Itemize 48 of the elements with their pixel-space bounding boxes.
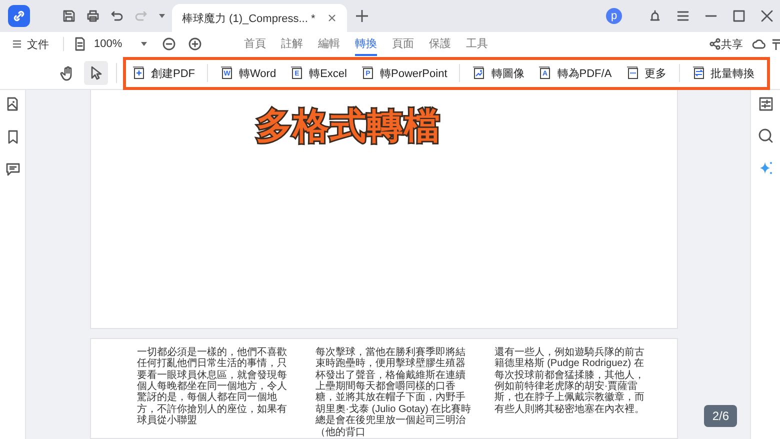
- file-menu[interactable]: 文件: [12, 36, 49, 52]
- bell-icon[interactable]: [648, 9, 662, 23]
- share-button[interactable]: 共享: [721, 36, 743, 52]
- convert-button[interactable]: 轉圖像: [468, 61, 528, 85]
- ribbon-tab[interactable]: 頁面: [392, 32, 414, 56]
- link-icon: [12, 9, 26, 23]
- user-avatar[interactable]: p: [606, 8, 622, 24]
- image-icon[interactable]: [6, 97, 19, 111]
- search-icon[interactable]: [758, 128, 773, 143]
- body-paragraph: 還有一些人，例如遊騎兵隊的前古籍德里格斯 (Pudge Rodriguez) 在每次投球前都會猛揉膝，其他人，例如前特律老虎隊的胡安·賈薩雷斯，也在脖子上佩戴宗教徽章，而有些人則將其秘密地塞在內衣裡。: [494, 346, 646, 417]
- add-tab-icon[interactable]: [355, 9, 370, 23]
- maximize-icon[interactable]: [732, 9, 746, 23]
- convert-button[interactable]: 創建PDF: [128, 61, 199, 85]
- convert-button[interactable]: 批量轉換: [688, 61, 759, 85]
- menu-icon[interactable]: [676, 9, 690, 23]
- comment-icon[interactable]: [6, 163, 20, 176]
- app-logo-icon[interactable]: [8, 5, 30, 27]
- ribbon-tab[interactable]: 工具: [466, 32, 488, 56]
- zoom-level[interactable]: 100%: [94, 38, 140, 50]
- body-paragraph: 每次擊球，當他在勝利賽季即將結束時跑壘時，便用擊球壁膠生殖器杯發出了聲音，格倫戴維斯在連續上壘期間每天都會嚼同樣的口香糖，並將其放在帽子下面，內野手胡里奧·戈泰 (Julio Gotay) 在比賽時總是會在後兜里放一個起司三明治（他的背口: [316, 346, 472, 438]
- annotation-text: 多格式轉檔: [256, 104, 441, 148]
- save-icon[interactable]: [62, 9, 76, 23]
- page-indicator: 2/6: [704, 405, 737, 427]
- ribbon-tab[interactable]: 編輯: [318, 32, 340, 56]
- body-paragraph: 一切都必須是一樣的，他們不喜歡任何打亂他們日常生活的事情，只要看一眼球員休息區，就會發現每個人每晚都坐在同一個地方，令人驚訝的是，每個人都在同一個地方，不許你搶別人的座位，如果有球員從小聯盟: [137, 346, 288, 428]
- sparkle-icon[interactable]: [758, 160, 774, 176]
- undo-icon[interactable]: [110, 9, 124, 23]
- select-tool[interactable]: [84, 60, 108, 84]
- zoom-out-icon[interactable]: [162, 37, 176, 51]
- collapse-icon[interactable]: [772, 38, 780, 50]
- close-icon[interactable]: [327, 13, 338, 23]
- convert-button[interactable]: 更多: [622, 61, 671, 85]
- caret-icon[interactable]: [158, 12, 166, 20]
- bookmark-icon[interactable]: [6, 130, 18, 144]
- tab-title: 棒球魔力 (1)_Compress... *: [182, 12, 316, 26]
- menu-icon: [12, 39, 22, 49]
- share-icon[interactable]: [709, 38, 721, 50]
- page-icon[interactable]: [74, 37, 86, 51]
- zoom-in-icon[interactable]: [188, 37, 202, 51]
- close-icon[interactable]: [760, 9, 774, 23]
- caret-icon[interactable]: [140, 40, 148, 48]
- print-icon[interactable]: [86, 9, 100, 23]
- ribbon-tab[interactable]: 註解: [281, 32, 303, 56]
- document-tab[interactable]: 棒球魔力 (1)_Compress... *: [172, 4, 348, 32]
- ribbon-tab[interactable]: 首頁: [244, 32, 266, 56]
- properties-icon[interactable]: [758, 97, 772, 111]
- ribbon-tab[interactable]: 保護: [429, 32, 451, 56]
- cloud-icon[interactable]: [752, 38, 766, 50]
